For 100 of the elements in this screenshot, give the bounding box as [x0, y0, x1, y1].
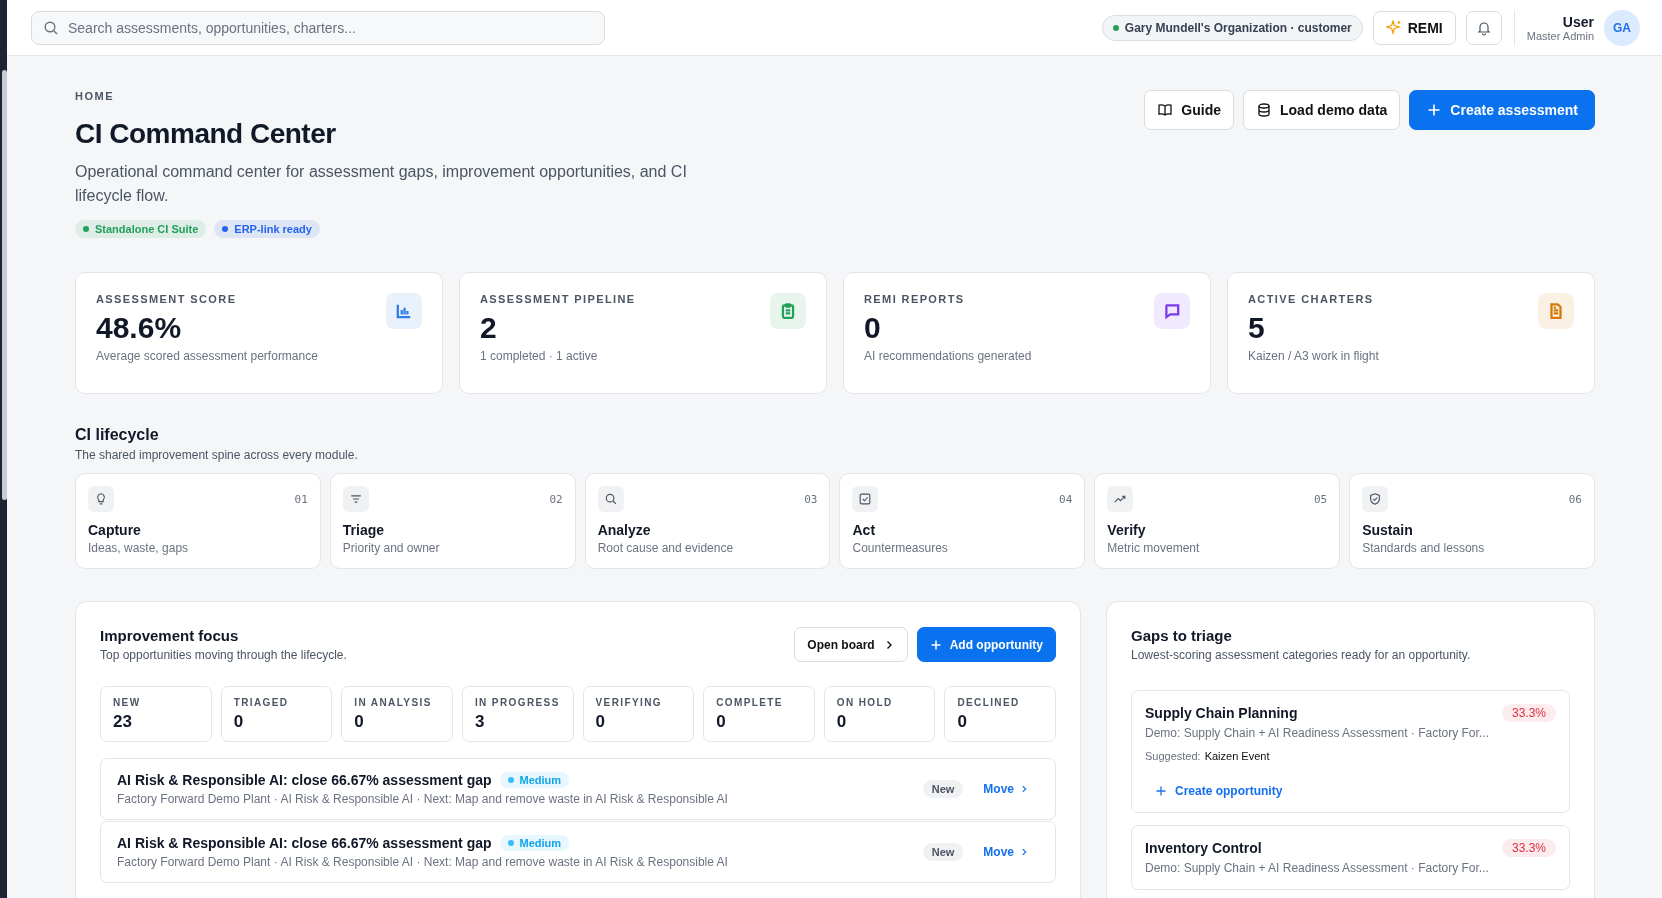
- opportunity-details: Factory Forward Demo Plant · AI Risk & Responsible AI · Next: Map and remove waste in AI Risk & Responsible AI: [117, 792, 729, 806]
- opportunity-title: AI Risk & Responsible AI: close 66.67% assessment gap: [117, 835, 492, 851]
- priority-badge: Medium: [499, 835, 570, 851]
- lifecycle-step-card[interactable]: 04 Act Countermeasures: [839, 473, 1086, 569]
- lifecycle-step-card[interactable]: 05 Verify Metric movement: [1094, 473, 1341, 569]
- move-button[interactable]: Move: [983, 782, 1029, 796]
- plus-icon: [929, 638, 942, 651]
- lifecycle-step-card[interactable]: 01 Capture Ideas, waste, gaps: [75, 473, 321, 569]
- gap-source: Demo: Supply Chain + AI Readiness Assessment · Factory For...: [1145, 726, 1489, 740]
- organization-badge[interactable]: Gary Mundell's Organization · customer: [1101, 14, 1363, 41]
- status-label: NEW: [113, 697, 142, 708]
- search-field[interactable]: Search assessments, opportunities, charters...: [31, 10, 605, 45]
- add-opportunity-button[interactable]: Add opportunity: [916, 627, 1056, 662]
- lifecycle-step-card[interactable]: 06 Sustain Standards and lessons: [1349, 473, 1595, 569]
- step-name: Capture: [88, 522, 141, 538]
- lifecycle-step-card[interactable]: 03 Analyze Root cause and evidence: [584, 473, 831, 569]
- database-icon: [1256, 102, 1272, 118]
- opportunity-details: Factory Forward Demo Plant · AI Risk & Responsible AI · Next: Map and remove waste in AI Risk & Responsible AI: [117, 855, 729, 869]
- step-name: Analyze: [597, 522, 651, 538]
- status-value: 0: [595, 712, 606, 732]
- section-subtitle: The shared improvement spine across every module.: [75, 448, 359, 462]
- stat-caption: 1 completed · 1 active: [480, 349, 598, 363]
- status-label: DECLINED: [957, 697, 1021, 708]
- opportunity-row[interactable]: AI Risk & Responsible AI: close 66.67% assessment gap Medium Factory Forward Demo Plant · AI Risk & Responsible AI · Next: Map and remove waste in AI Risk & Responsible AI New Move: [100, 821, 1056, 883]
- move-button[interactable]: Move: [983, 845, 1029, 859]
- status-value: 0: [354, 712, 365, 732]
- step-caption: Root cause and evidence: [597, 541, 734, 555]
- suggested-method: Kaizen Event: [1204, 750, 1270, 762]
- gap-source: Demo: Supply Chain + AI Readiness Assessment · Factory For...: [1145, 861, 1489, 875]
- step-number: 03: [804, 492, 818, 506]
- user-avatar[interactable]: GA: [1604, 9, 1640, 46]
- status-value: 23: [113, 712, 133, 732]
- sparkle-icon: [1385, 19, 1402, 36]
- filter-icon: [342, 486, 369, 512]
- status-label: IN PROGRESS: [474, 697, 561, 708]
- suggested-label: Suggested:: [1145, 750, 1201, 762]
- step-caption: Countermeasures: [852, 541, 948, 555]
- stat-caption: Average scored assessment performance: [96, 349, 318, 363]
- stat-label: ACTIVE CHARTERS: [1248, 293, 1374, 305]
- stat-label: ASSESSMENT PIPELINE: [480, 293, 636, 305]
- stat-label: ASSESSMENT SCORE: [96, 293, 237, 305]
- load-data-button[interactable]: Load demo data: [1243, 90, 1401, 130]
- status-value: 0: [716, 712, 727, 732]
- stat-label: REMI REPORTS: [864, 293, 965, 305]
- status-label: ON HOLD: [836, 697, 894, 708]
- status-label: IN ANALYSIS: [354, 697, 433, 708]
- stat-caption: Kaizen / A3 work in flight: [1248, 349, 1379, 363]
- panel-title: Gaps to triage: [1131, 627, 1233, 644]
- step-caption: Priority and owner: [342, 541, 440, 555]
- step-caption: Metric movement: [1107, 541, 1200, 555]
- search-icon: [597, 486, 624, 512]
- guide-button[interactable]: Guide: [1144, 90, 1234, 130]
- step-name: Triage: [342, 522, 385, 538]
- notifications-button[interactable]: [1465, 10, 1502, 45]
- gap-name: Inventory Control: [1145, 840, 1262, 856]
- plus-icon: [1426, 102, 1443, 118]
- status-badge: New: [922, 843, 964, 861]
- status-value: 3: [474, 712, 486, 732]
- step-number: 04: [1059, 492, 1073, 506]
- step-number: 05: [1313, 492, 1328, 506]
- chevron-icon: [1019, 784, 1029, 794]
- shield-icon: [1362, 486, 1389, 512]
- step-caption: Ideas, waste, gaps: [88, 541, 189, 555]
- checkbox-icon: [852, 486, 879, 512]
- open-board-button[interactable]: Open board: [794, 627, 908, 662]
- panel-title: Improvement focus: [100, 627, 240, 644]
- plus-icon: [1155, 785, 1167, 797]
- user-name: User: [1562, 13, 1594, 30]
- stat-caption: AI recommendations generated: [864, 349, 1032, 363]
- panel-subtitle: Lowest-scoring assessment categories ready for an opportunity.: [1131, 648, 1472, 662]
- status-value: 0: [233, 712, 245, 732]
- step-name: Sustain: [1362, 522, 1413, 538]
- status-label: TRIAGED: [233, 697, 290, 708]
- status-value: 0: [957, 712, 968, 732]
- create-button[interactable]: Create assessment: [1409, 90, 1595, 130]
- create-opportunity-button[interactable]: Create opportunity: [1145, 784, 1293, 798]
- lightbulb-icon: [88, 486, 114, 512]
- priority-badge: Medium: [499, 772, 570, 788]
- step-number: 06: [1568, 492, 1582, 506]
- step-number: 01: [294, 492, 308, 506]
- bell-icon: [1475, 19, 1492, 36]
- tag: Standalone CI Suite: [75, 220, 207, 238]
- status-label: COMPLETE: [716, 697, 784, 708]
- stat-value: 0: [864, 311, 881, 345]
- panel-subtitle: Top opportunities moving through the lifecycle.: [100, 648, 348, 662]
- status-label: VERIFYING: [595, 697, 663, 708]
- lifecycle-step-card[interactable]: 02 Triage Priority and owner: [329, 473, 576, 569]
- remi-button[interactable]: REMI: [1372, 10, 1456, 45]
- step-name: Verify: [1107, 522, 1146, 538]
- trend-icon: [1107, 486, 1134, 512]
- section-title: CI lifecycle: [75, 426, 160, 444]
- gap-name: Supply Chain Planning: [1145, 705, 1298, 721]
- user-role: Master Admin: [1526, 29, 1594, 42]
- opportunity-row[interactable]: AI Risk & Responsible AI: close 66.67% assessment gap Medium Factory Forward Demo Plant · AI Risk & Responsible AI · Next: Map and remove waste in AI Risk & Responsible AI New Move: [100, 758, 1056, 820]
- step-name: Act: [852, 522, 876, 538]
- page-description: Operational command center for assessment gaps, improvement opportunities, and CI lifecycle flow.: [75, 162, 688, 206]
- chevron-icon: [1019, 847, 1029, 857]
- stat-value: 48.6%: [96, 311, 182, 345]
- page-title: CI Command Center: [75, 118, 336, 150]
- book-icon: [1157, 102, 1174, 118]
